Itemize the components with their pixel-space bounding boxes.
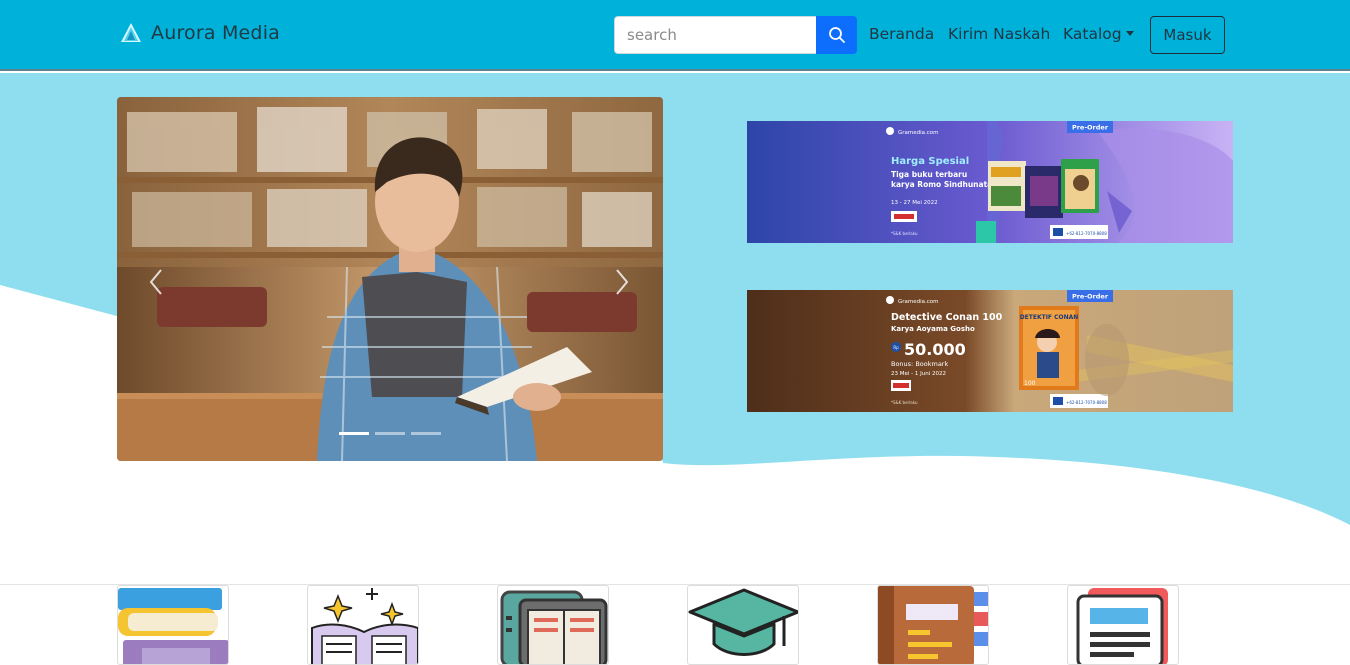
carousel-indicator-3[interactable] [411,432,441,435]
category-card-fiction[interactable] [307,585,419,665]
login-button[interactable]: Masuk [1150,16,1225,54]
nav-dropdown-label: Katalog [1063,25,1122,43]
aurora-logo-icon [121,23,141,42]
caret-down-icon [1125,31,1134,36]
gramedia-logo-icon [886,127,894,135]
carousel-prev-button[interactable] [141,262,171,302]
promo-banner-detective-conan[interactable]: Gramedia.com Pre-Order Detective Conan 1… [747,290,1233,412]
banner-date: 13 - 27 Mei 2022 [891,200,938,206]
chevron-left-icon [149,269,162,295]
banner-source: Gramedia.com [898,130,939,136]
category-card-books[interactable] [117,585,229,665]
banner-date: 23 Mei - 1 Juni 2022 [891,371,946,377]
category-card-education[interactable] [687,585,799,665]
banner-title: Detective Conan 100 [891,312,1003,323]
notebook-icon [878,586,988,664]
badge-label: Pre-Order [1072,293,1109,301]
book-stack-icon [118,588,228,664]
banner-contact: +62-812-7070-8808 [1066,231,1107,236]
banner-subtitle-1: Tiga buku terbaru [891,170,967,179]
category-card-notebook[interactable] [877,585,989,665]
magic-book-icon [311,588,418,664]
search-icon [828,27,845,43]
carousel-indicator-1[interactable] [339,432,369,435]
promo-banner-romo-sindhunata[interactable]: Gramedia.com Pre-Order Harga Spesial Tig… [747,121,1233,243]
banner-subtitle-2: karya Romo Sindhunata [891,180,992,189]
banner-fine-print: *S&K berlaku [891,400,918,405]
brand-link[interactable]: Aurora Media [120,22,280,44]
banner-bonus: Bonus: Bookmark [891,360,948,368]
banner-price: 50.000 [904,340,966,359]
navbar: Aurora Media Beranda Kirim Naskah Katalo… [0,0,1350,71]
chevron-right-icon [616,269,629,295]
banner-fine-print: *S&K berlaku [891,231,918,236]
cover-number: 100 [1024,380,1036,387]
badge-label: Pre-Order [1072,124,1109,132]
ebook-reader-icon [500,590,608,664]
nav-dropdown-katalog[interactable]: Katalog [1063,25,1134,43]
cover-title: DETEKTIF CONAN [1020,314,1079,321]
gramedia-logo-icon [886,296,894,304]
carousel-indicator-2[interactable] [375,432,405,435]
banner-source: Gramedia.com [898,299,939,305]
search-form [614,16,857,54]
hero-carousel [117,97,663,461]
price-prefix: Rp [893,345,899,350]
newspaper-icon [1076,588,1168,664]
nav-link-beranda[interactable]: Beranda [869,25,934,43]
banner-contact: +62-812-7070-8808 [1066,400,1107,405]
search-button[interactable] [816,16,857,54]
category-card-news[interactable] [1067,585,1179,665]
banner-title: Harga Spesial [891,156,969,167]
banner-subtitle-1: Karya Aoyama Gosho [891,325,975,333]
graduation-cap-icon [688,588,798,656]
carousel-next-button[interactable] [607,262,637,302]
category-card-ebook[interactable] [497,585,609,665]
carousel-slide-image [117,97,663,461]
search-input[interactable] [614,16,816,54]
nav-link-kirim-naskah[interactable]: Kirim Naskah [948,25,1050,43]
brand-name: Aurora Media [151,22,281,44]
